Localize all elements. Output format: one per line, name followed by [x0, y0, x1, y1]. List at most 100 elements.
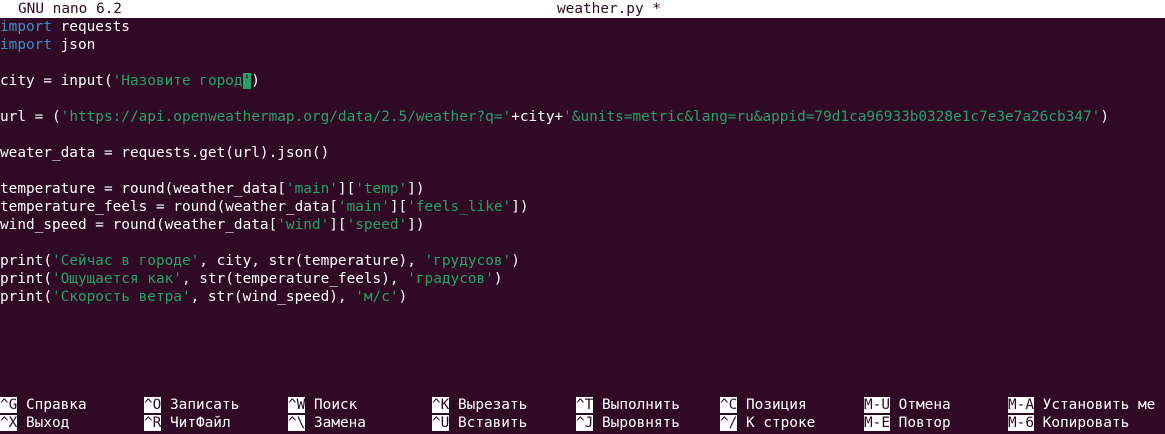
code-text: city = input(	[0, 73, 113, 89]
shortcut-go-to-line[interactable]: ^/ К строке	[720, 414, 815, 432]
string-literal: 'https://api.openweathermap.org/data/2.5…	[60, 109, 512, 125]
code-text: ])	[407, 181, 425, 197]
code-text: print(	[0, 271, 52, 287]
shortcut-key: ^O	[144, 397, 162, 413]
shortcut-key: ^R	[144, 415, 162, 431]
code-line: print('Сейчас в городе', city, str(tempe…	[0, 252, 1165, 270]
text-cursor: '	[242, 73, 252, 89]
shortcut-key: ^G	[0, 397, 18, 413]
code-text: , str(temperature_feels),	[181, 271, 408, 287]
shortcut-label: Выход	[17, 415, 70, 431]
code-line: import json	[0, 36, 1165, 54]
shortcut-key: ^X	[0, 415, 18, 431]
shortcut-read-file[interactable]: ^R ЧитФайл	[144, 414, 231, 432]
shortcut-row: ^G Справка ^O Записать ^W Поиск ^K Вырез…	[0, 396, 1165, 414]
file-name: weather.py *	[557, 1, 661, 17]
shortcut-label: Отмена	[890, 397, 951, 413]
string-literal: 'Ощущается как'	[51, 271, 182, 287]
string-literal: 'main'	[337, 199, 390, 215]
keyword: import	[0, 19, 52, 35]
code-text: )	[493, 271, 503, 287]
shortcut-label: Поиск	[305, 397, 358, 413]
code-text: , city, str(temperature),	[199, 253, 425, 269]
string-literal: 'грудусов'	[424, 253, 512, 269]
string-literal: 'feels_like'	[407, 199, 512, 215]
shortcut-redo[interactable]: M-E Повтор	[864, 414, 951, 432]
string-literal: 'градусов'	[407, 271, 494, 287]
shortcut-copy[interactable]: M-6 Копировать	[1008, 414, 1129, 432]
string-literal: 'wind'	[277, 217, 330, 233]
code-text: print(	[0, 253, 52, 269]
shortcut-help[interactable]: ^G Справка	[0, 396, 87, 414]
shortcut-label: Справка	[17, 397, 87, 413]
string-literal: 'temp'	[355, 181, 408, 197]
code-editor[interactable]: import requests import json city = input…	[0, 18, 1165, 306]
code-text: ][	[329, 217, 347, 233]
shortcut-key: ^W	[288, 397, 306, 413]
string-literal: 'Назовите город	[112, 73, 243, 89]
string-literal: 'Сейчас в городе'	[51, 253, 200, 269]
shortcut-paste[interactable]: ^U Вставить	[432, 414, 527, 432]
shortcut-bar: ^G Справка ^O Записать ^W Поиск ^K Вырез…	[0, 396, 1165, 432]
code-text: )	[251, 73, 260, 89]
title-bar: GNU nano 6.2 weather.py *	[0, 0, 1165, 18]
shortcut-label: Повтор	[890, 415, 951, 431]
code-line: temperature = round(weather_data['main']…	[0, 180, 1165, 198]
shortcut-exit[interactable]: ^X Выход	[0, 414, 69, 432]
code-line: import requests	[0, 18, 1165, 36]
shortcut-key: M-A	[1008, 397, 1034, 413]
shortcut-write-out[interactable]: ^O Записать	[144, 396, 239, 414]
code-line: city = input('Назовите город')	[0, 72, 1165, 90]
shortcut-undo[interactable]: M-U Отмена	[864, 396, 951, 414]
code-text: ][	[389, 199, 408, 215]
shortcut-set-mark[interactable]: M-A Установить ме	[1008, 396, 1155, 414]
string-literal: 'Скорость ветра'	[51, 289, 191, 305]
string-literal: 'м/с'	[355, 289, 399, 305]
shortcut-location[interactable]: ^C Позиция	[720, 396, 807, 414]
shortcut-cut[interactable]: ^K Вырезать	[432, 396, 527, 414]
shortcut-label: Записать	[161, 397, 240, 413]
shortcut-key: M-E	[864, 415, 890, 431]
shortcut-key: M-6	[1008, 415, 1034, 431]
code-text: json	[51, 37, 96, 53]
shortcut-key: ^\	[288, 415, 306, 431]
code-text: requests	[51, 19, 130, 35]
keyword: import	[0, 37, 52, 53]
shortcut-key: ^T	[576, 397, 594, 413]
shortcut-label: Установить ме	[1034, 397, 1156, 413]
code-text: +city+	[511, 109, 564, 125]
shortcut-key: ^U	[432, 415, 450, 431]
shortcut-justify[interactable]: ^J Выровнять	[576, 414, 680, 432]
shortcut-row: ^X Выход ^R ЧитФайл ^\ Замена ^U Вставит…	[0, 414, 1165, 432]
shortcut-label: Замена	[305, 415, 366, 431]
shortcut-replace[interactable]: ^\ Замена	[288, 414, 366, 432]
code-text: )	[1100, 109, 1110, 125]
shortcut-key: ^J	[576, 415, 594, 431]
shortcut-label: Позиция	[737, 397, 807, 413]
shortcut-key: ^/	[720, 415, 738, 431]
code-text: print(	[0, 289, 52, 305]
code-line: url = ('https://api.openweathermap.org/d…	[0, 108, 1165, 126]
code-line: print('Ощущается как', str(temperature_f…	[0, 270, 1165, 288]
shortcut-label: К строке	[737, 415, 816, 431]
shortcut-label: Выровнять	[593, 415, 680, 431]
code-line: wind_speed = round(weather_data['wind'][…	[0, 216, 1165, 234]
code-text: temperature_feels = round(weather_data[	[0, 199, 338, 215]
string-literal: 'speed'	[346, 217, 408, 233]
shortcut-key: M-U	[864, 397, 890, 413]
code-text: ])	[407, 217, 425, 233]
shortcut-label: Копировать	[1034, 415, 1130, 431]
shortcut-label: ЧитФайл	[161, 415, 231, 431]
shortcut-execute[interactable]: ^T Выполнить	[576, 396, 680, 414]
shortcut-search[interactable]: ^W Поиск	[288, 396, 357, 414]
shortcut-label: Вырезать	[449, 397, 528, 413]
code-text: ][	[337, 181, 356, 197]
code-line: weater_data = requests.get(url).json()	[0, 144, 1165, 162]
code-text: weater_data = requests.get(url).json()	[0, 145, 330, 161]
code-text: )	[511, 253, 520, 269]
code-line: temperature_feels = round(weather_data['…	[0, 198, 1165, 216]
